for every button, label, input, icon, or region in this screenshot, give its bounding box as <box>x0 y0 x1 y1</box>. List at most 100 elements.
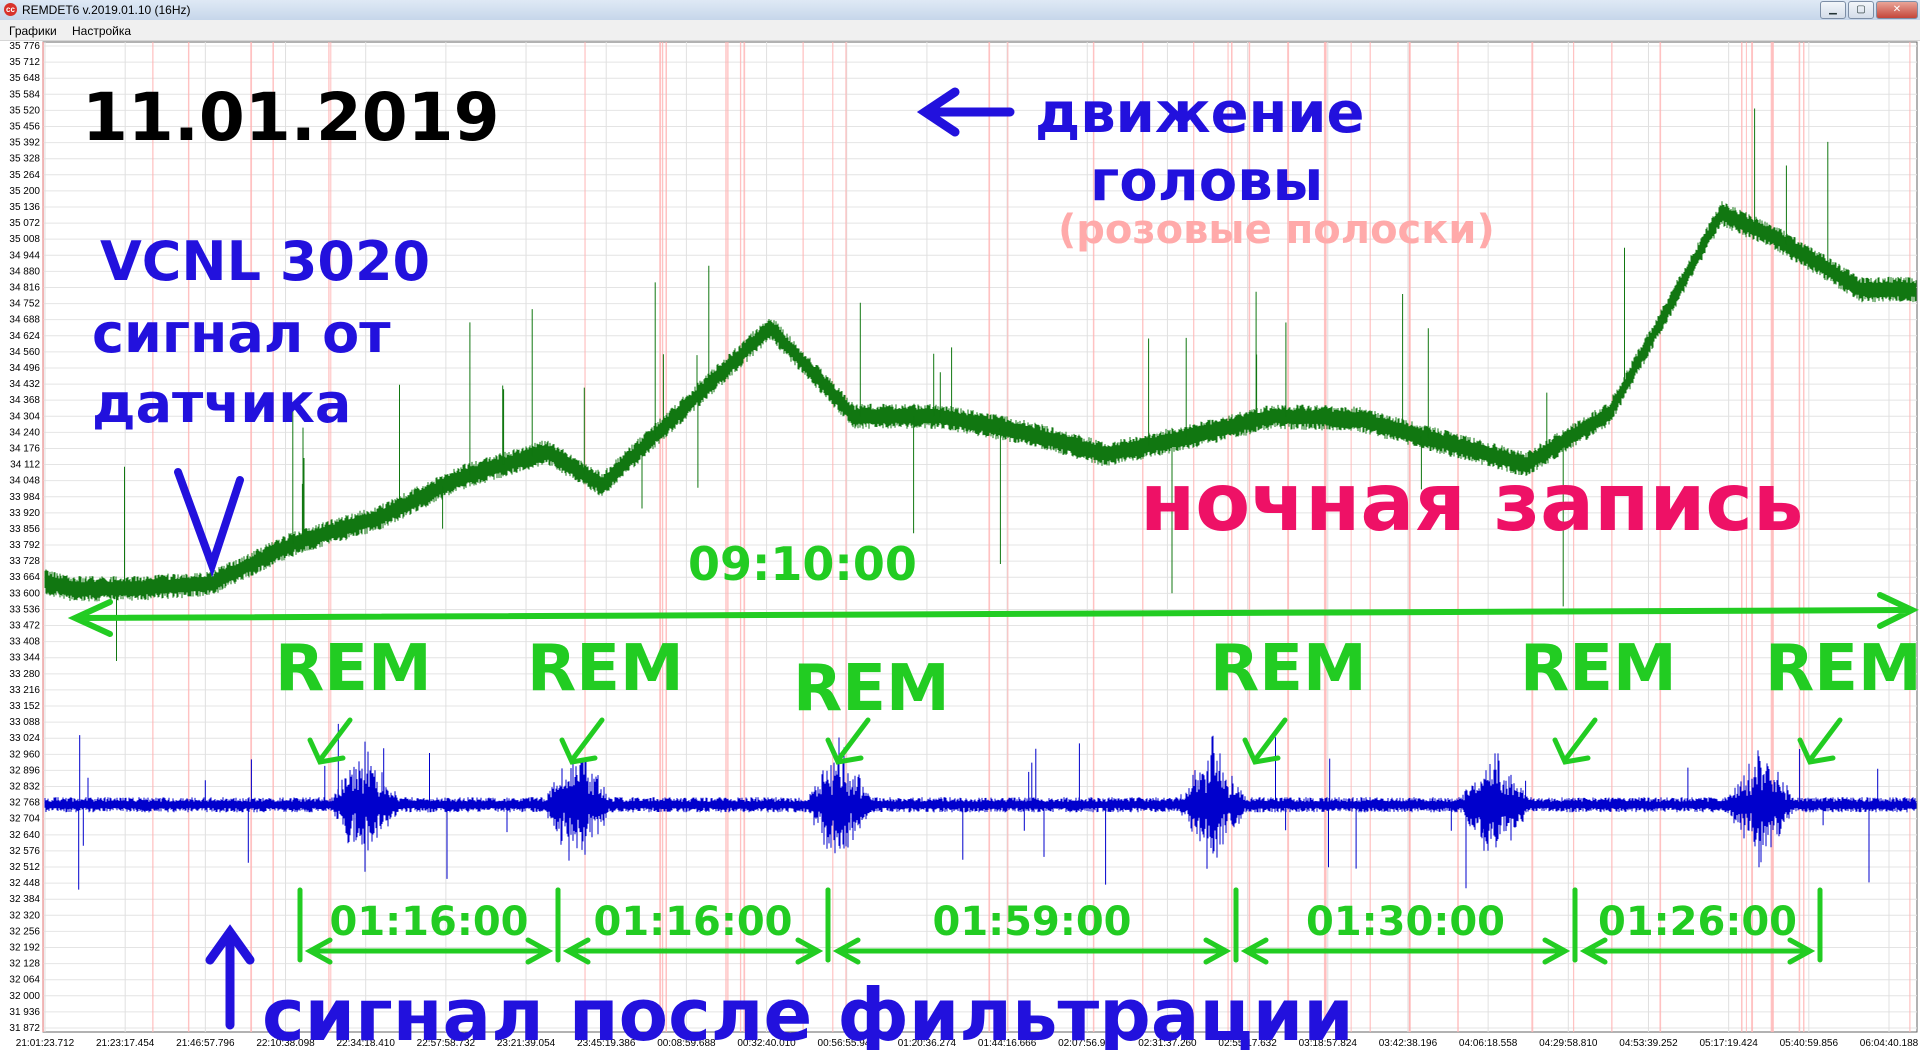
pink-bars-note: (розовые полоски) <box>1058 207 1495 253</box>
y-tick-label: 33 408 <box>9 637 40 648</box>
y-tick-label: 33 344 <box>9 653 40 664</box>
y-tick-label: 34 624 <box>9 331 40 342</box>
rem-label: REM <box>1520 632 1677 706</box>
y-tick-label: 35 328 <box>9 154 40 165</box>
y-tick-label: 35 264 <box>9 170 40 181</box>
x-tick-label: 03:42:38.196 <box>1379 1038 1438 1049</box>
y-tick-label: 33 856 <box>9 524 40 535</box>
title-bar: ᴄᴄ REMDET6 v.2019.01.10 (16Hz) ▁ ▢ ✕ <box>0 0 1920 21</box>
y-tick-label: 32 896 <box>9 765 40 776</box>
rem-label: REM <box>1210 632 1367 706</box>
x-tick-label: 04:29:58.810 <box>1539 1038 1598 1049</box>
sensor-source-label: датчика <box>92 372 351 435</box>
x-tick-label: 04:53:39.252 <box>1619 1038 1678 1049</box>
close-icon[interactable]: ✕ <box>1876 1 1918 19</box>
x-tick-label: 04:06:18.558 <box>1459 1038 1518 1049</box>
y-tick-label: 32 512 <box>9 862 40 873</box>
app-logo-icon[interactable]: ᴄᴄ <box>4 3 17 16</box>
y-tick-label: 33 472 <box>9 621 40 632</box>
y-tick-label: 31 872 <box>9 1023 40 1034</box>
y-tick-label: 33 216 <box>9 685 40 696</box>
y-tick-label: 33 088 <box>9 717 40 728</box>
y-tick-label: 35 136 <box>9 202 40 213</box>
y-tick-label: 32 832 <box>9 782 40 793</box>
minimize-icon[interactable]: ▁ <box>1820 1 1846 19</box>
y-tick-label: 35 072 <box>9 218 40 229</box>
chart-svg: 35 776 35 712 35 648 35 584 35 520 35 456 35 3… <box>9 41 1920 1050</box>
y-tick-label: 34 560 <box>9 347 40 358</box>
x-tick-label: 21:46:57.796 <box>176 1038 235 1049</box>
y-tick-label: 31 936 <box>9 1007 40 1018</box>
rem-label: REM <box>275 632 432 706</box>
head-movement-label: движение <box>1035 81 1365 146</box>
y-axis-labels: 35 776 35 712 35 648 35 584 35 520 35 456 35 3… <box>9 41 40 1034</box>
date-label: 11.01.2019 <box>82 79 500 156</box>
x-tick-label: 21:23:17.454 <box>96 1038 155 1049</box>
head-label: головы <box>1090 149 1323 214</box>
sensor-signal-label: сигнал от <box>92 302 391 365</box>
total-duration-label: 09:10:00 <box>688 537 917 591</box>
window-title: REMDET6 v.2019.01.10 (16Hz) <box>22 3 191 17</box>
y-tick-label: 35 584 <box>9 89 40 100</box>
y-tick-label: 32 704 <box>9 814 40 825</box>
menu-graphs[interactable]: Графики <box>9 24 57 38</box>
rem-label: REM <box>1765 632 1920 706</box>
y-tick-label: 35 776 <box>9 41 40 52</box>
y-tick-label: 32 768 <box>9 798 40 809</box>
y-tick-label: 34 112 <box>10 460 40 471</box>
y-tick-label: 32 064 <box>9 975 40 986</box>
rem-label: REM <box>527 632 684 706</box>
chart-area: 35 776 35 712 35 648 35 584 35 520 35 456 35 3… <box>0 40 1920 1050</box>
y-tick-label: 32 256 <box>9 926 40 937</box>
y-tick-label: 32 448 <box>9 878 40 889</box>
y-tick-label: 35 712 <box>9 57 40 68</box>
rem-interval-label: 01:59:00 <box>933 899 1132 945</box>
y-tick-label: 33 984 <box>9 492 40 503</box>
y-tick-label: 32 000 <box>9 991 40 1002</box>
y-tick-label: 34 176 <box>9 443 40 454</box>
menu-settings[interactable]: Настройка <box>72 24 131 38</box>
y-tick-label: 33 536 <box>9 604 40 615</box>
y-tick-label: 34 048 <box>9 476 40 487</box>
y-tick-label: 32 576 <box>9 846 40 857</box>
sensor-name-label: VCNL 3020 <box>100 230 430 293</box>
y-tick-label: 34 304 <box>9 411 40 422</box>
y-tick-label: 33 024 <box>9 733 40 744</box>
y-tick-label: 35 648 <box>9 73 40 84</box>
y-tick-label: 32 128 <box>9 959 40 970</box>
x-tick-label: 21:01:23.712 <box>16 1038 75 1049</box>
y-tick-label: 32 192 <box>9 943 40 954</box>
y-tick-label: 33 728 <box>9 556 40 567</box>
y-tick-label: 33 920 <box>9 508 40 519</box>
y-tick-label: 35 392 <box>9 138 40 149</box>
y-tick-label: 34 880 <box>9 266 40 277</box>
y-tick-label: 35 008 <box>9 234 40 245</box>
y-tick-label: 34 944 <box>9 250 40 261</box>
y-tick-label: 34 688 <box>9 315 40 326</box>
rem-interval-label: 01:30:00 <box>1306 899 1505 945</box>
rem-interval-label: 01:26:00 <box>1598 899 1797 945</box>
night-record-label: ночная запись <box>1140 456 1803 549</box>
rem-interval-label: 01:16:00 <box>330 899 529 945</box>
filtered-signal-label: сигнал после фильтрации <box>262 973 1354 1050</box>
x-tick-label: 05:17:19.424 <box>1699 1038 1758 1049</box>
y-tick-label: 33 664 <box>9 572 40 583</box>
y-tick-label: 35 456 <box>9 121 40 132</box>
y-tick-label: 34 496 <box>9 363 40 374</box>
y-tick-label: 32 320 <box>9 910 40 921</box>
y-tick-label: 34 752 <box>9 299 40 310</box>
y-tick-label: 32 384 <box>9 894 40 905</box>
y-tick-label: 33 792 <box>9 540 40 551</box>
y-tick-label: 35 520 <box>9 105 40 116</box>
y-tick-label: 32 960 <box>9 749 40 760</box>
rem-interval-label: 01:16:00 <box>594 899 793 945</box>
y-tick-label: 34 368 <box>9 395 40 406</box>
x-tick-label: 05:40:59.856 <box>1780 1038 1839 1049</box>
maximize-icon[interactable]: ▢ <box>1848 1 1874 19</box>
y-tick-label: 35 200 <box>9 186 40 197</box>
y-tick-label: 33 600 <box>9 588 40 599</box>
rem-label: REM <box>793 652 950 726</box>
y-tick-label: 32 640 <box>9 830 40 841</box>
y-tick-label: 33 152 <box>9 701 40 712</box>
x-tick-label: 06:04:40.188 <box>1860 1038 1919 1049</box>
